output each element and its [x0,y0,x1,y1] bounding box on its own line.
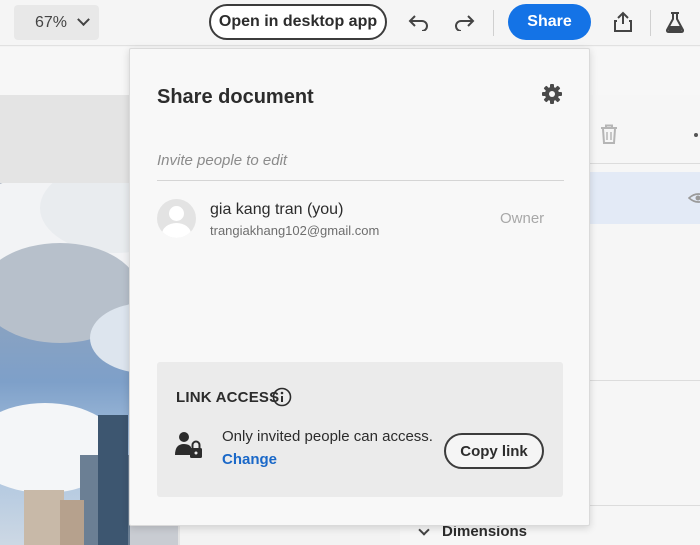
redo-icon[interactable] [450,8,478,36]
more-options-icon[interactable] [694,133,698,137]
selected-layer-row[interactable] [588,172,700,224]
collaborator-email: trangiakhang102@gmail.com [210,223,380,238]
collaborator-name: gia kang tran (you) [210,201,344,218]
zoom-dropdown[interactable]: 67% [14,5,99,40]
toolbar-divider [650,10,651,36]
toolbar-divider [493,10,494,36]
flask-icon[interactable] [661,8,689,36]
collaborator-role: Owner [500,210,545,227]
user-lock-icon [175,431,205,466]
copy-link-button[interactable]: Copy link [444,433,544,469]
zoom-value: 67% [35,13,68,31]
link-access-title: LINK ACCESS [176,389,280,406]
info-icon[interactable] [272,387,292,412]
panel-divider [588,380,700,381]
collaborator-row: gia kang tran (you) trangiakhang102@gmai… [157,199,564,241]
open-in-desktop-button[interactable]: Open in desktop app [209,4,387,40]
change-access-link[interactable]: Change [222,451,277,468]
upload-icon[interactable] [609,8,637,36]
trash-icon[interactable] [600,124,618,149]
gear-icon[interactable] [542,84,562,109]
share-button[interactable]: Share [508,4,591,40]
invite-input[interactable]: Invite people to edit [157,152,564,181]
link-access-status: Only invited people can access. [222,428,433,445]
eye-icon[interactable] [687,190,700,211]
top-toolbar: 67% Open in desktop app Share [0,0,700,46]
share-dialog: Share document Invite people to edit gia… [129,48,590,526]
link-access-section: LINK ACCESS Only invited people can acce… [157,362,563,497]
undo-icon[interactable] [405,8,433,36]
chevron-down-icon [77,13,90,27]
panel-divider [588,163,700,164]
avatar [157,199,196,238]
dialog-title: Share document [157,86,314,108]
